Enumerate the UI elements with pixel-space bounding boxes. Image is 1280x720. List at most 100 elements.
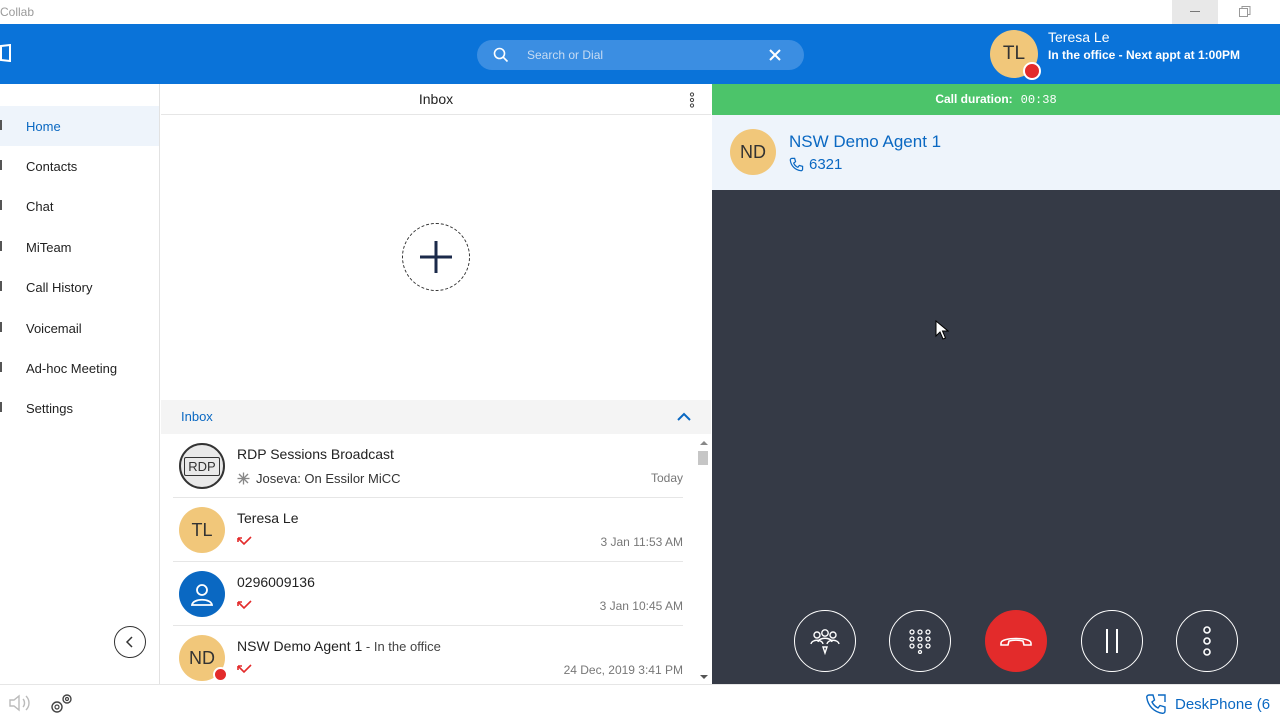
call-duration-label: Call duration: — [935, 92, 1013, 106]
missed-call-icon — [237, 536, 252, 546]
minimize-button[interactable] — [1172, 0, 1218, 24]
contacts-icon — [0, 160, 4, 170]
dialpad-icon — [909, 629, 931, 654]
plus-icon — [420, 241, 452, 273]
inbox-scrollbar[interactable] — [696, 439, 708, 684]
sidebar-item-chat[interactable]: Chat — [0, 186, 159, 226]
voicemail-icon — [0, 322, 4, 332]
inbox-item-teresa-le[interactable]: TL Teresa Le 3 Jan 11:53 AM — [173, 498, 683, 562]
inbox-item-time: Today — [650, 471, 683, 485]
clear-search-icon[interactable] — [767, 47, 783, 63]
more-options-icon — [1203, 626, 1211, 656]
sidebar-item-label: Ad-hoc Meeting — [26, 360, 118, 376]
dialpad-button[interactable] — [889, 610, 951, 672]
call-history-icon — [0, 281, 4, 291]
inbox-item-subtitle: Joseva: On Essilor MiCC — [256, 471, 401, 486]
sidebar-item-label: Settings — [26, 400, 73, 416]
end-call-button[interactable] — [985, 610, 1047, 672]
call-duration-bar: Call duration: 00:38 — [712, 84, 1280, 115]
sidebar: Home Contacts Chat MiTeam Call History V… — [0, 84, 160, 684]
inbox-panel: Inbox Inbox RDP RDP Sessions Broadcast J… — [161, 84, 711, 684]
sidebar-item-label: Call History — [26, 279, 93, 295]
user-status: In the office - Next appt at 1:00PM — [1048, 48, 1241, 62]
pause-icon — [1106, 629, 1118, 653]
inbox-item-time: 24 Dec, 2019 3:41 PM — [563, 663, 683, 677]
inbox-item-0296009136[interactable]: 0296009136 3 Jan 10:45 AM — [173, 562, 683, 626]
sidebar-item-label: Home — [26, 118, 61, 134]
sidebar-item-call-history[interactable]: Call History — [0, 267, 159, 307]
phone-icon — [789, 157, 804, 172]
chevron-left-icon — [125, 636, 133, 648]
avatar-initials: RDP — [184, 456, 220, 476]
sidebar-item-settings[interactable]: Settings — [0, 388, 159, 428]
inbox-item-name: RDP Sessions Broadcast — [237, 446, 394, 462]
avatar: RDP — [179, 443, 225, 489]
avatar — [179, 571, 225, 617]
inbox-item-subtitle-row — [237, 535, 253, 547]
conference-button[interactable] — [794, 610, 856, 672]
sidebar-item-home[interactable]: Home — [0, 106, 159, 146]
sidebar-item-label: Contacts — [26, 158, 78, 174]
caller-avatar: ND — [730, 129, 776, 175]
sidebar-item-label: Chat — [26, 198, 54, 214]
inbox-item-name: Teresa Le — [237, 510, 299, 526]
scroll-down-icon[interactable] — [698, 673, 710, 681]
inbox-item-nsw-demo-agent[interactable]: ND NSW Demo Agent 1 - In the office 24 D… — [173, 626, 683, 684]
inbox-item-name: 0296009136 — [237, 574, 315, 590]
restore-icon — [1239, 6, 1251, 17]
mouse-cursor-icon — [935, 320, 949, 340]
caller-card: ND NSW Demo Agent 1 6321 — [712, 115, 1280, 190]
device-label: DeskPhone (6 — [1175, 695, 1271, 713]
add-widget-button[interactable] — [402, 223, 470, 291]
restore-button[interactable] — [1222, 0, 1268, 24]
hold-button[interactable] — [1081, 610, 1143, 672]
minimize-icon — [1190, 11, 1200, 12]
app-header: TL Teresa Le In the office - Next appt a… — [0, 24, 1280, 84]
sidebar-item-contacts[interactable]: Contacts — [0, 146, 159, 186]
chevron-up-icon[interactable] — [677, 410, 691, 424]
broadcast-icon — [237, 472, 250, 485]
inbox-item-subtitle-row — [237, 663, 253, 675]
inbox-list: RDP RDP Sessions Broadcast Joseva: On Es… — [161, 434, 711, 684]
more-call-options-button[interactable] — [1176, 610, 1238, 672]
device-selector[interactable]: DeskPhone (6 — [1145, 693, 1270, 715]
speaker-volume-icon[interactable] — [8, 694, 34, 712]
active-call-panel: Call duration: 00:38 ND NSW Demo Agent 1 … — [712, 84, 1280, 684]
hang-up-icon — [1000, 637, 1032, 646]
settings-gear-icon[interactable] — [48, 692, 74, 716]
conference-icon — [810, 629, 840, 655]
caller-name[interactable]: NSW Demo Agent 1 — [789, 132, 941, 152]
inbox-item-name: NSW Demo Agent 1 - In the office — [237, 638, 441, 654]
avatar: TL — [179, 507, 225, 553]
presence-status-icon — [1023, 62, 1041, 80]
inbox-item-rdp-broadcast[interactable]: RDP RDP Sessions Broadcast Joseva: On Es… — [173, 434, 683, 498]
more-options-icon[interactable] — [688, 92, 696, 108]
on-call-badge-icon — [213, 667, 228, 682]
home-icon — [0, 120, 4, 130]
search-input[interactable] — [527, 46, 757, 64]
inbox-item-time: 3 Jan 11:53 AM — [600, 535, 684, 549]
inbox-title: Inbox — [161, 84, 711, 115]
user-name: Teresa Le — [1048, 29, 1110, 45]
sidebar-item-voicemail[interactable]: Voicemail — [0, 308, 159, 348]
sidebar-item-label: Voicemail — [26, 320, 82, 336]
settings-icon — [0, 402, 4, 412]
app-logo-icon — [0, 44, 11, 62]
inbox-section-label: Inbox — [181, 409, 213, 424]
inbox-section-header[interactable]: Inbox — [161, 400, 711, 434]
miteam-icon — [0, 241, 4, 251]
sidebar-item-adhoc-meeting[interactable]: Ad-hoc Meeting — [0, 348, 159, 388]
inbox-item-subtitle-row: Joseva: On Essilor MiCC — [237, 471, 400, 486]
collapse-sidebar-button[interactable] — [114, 626, 146, 658]
meeting-icon — [0, 362, 4, 372]
window-title: Collab — [0, 5, 35, 19]
chat-icon — [0, 200, 4, 210]
scroll-up-icon[interactable] — [698, 439, 710, 447]
scrollbar-thumb[interactable] — [698, 451, 708, 465]
inbox-item-name-text: NSW Demo Agent 1 — [237, 638, 363, 654]
search-bar[interactable] — [477, 40, 804, 70]
inbox-item-presence: - In the office — [362, 639, 441, 654]
inbox-item-subtitle-row — [237, 599, 253, 611]
sidebar-item-miteam[interactable]: MiTeam — [0, 227, 159, 267]
missed-call-icon — [237, 600, 252, 610]
